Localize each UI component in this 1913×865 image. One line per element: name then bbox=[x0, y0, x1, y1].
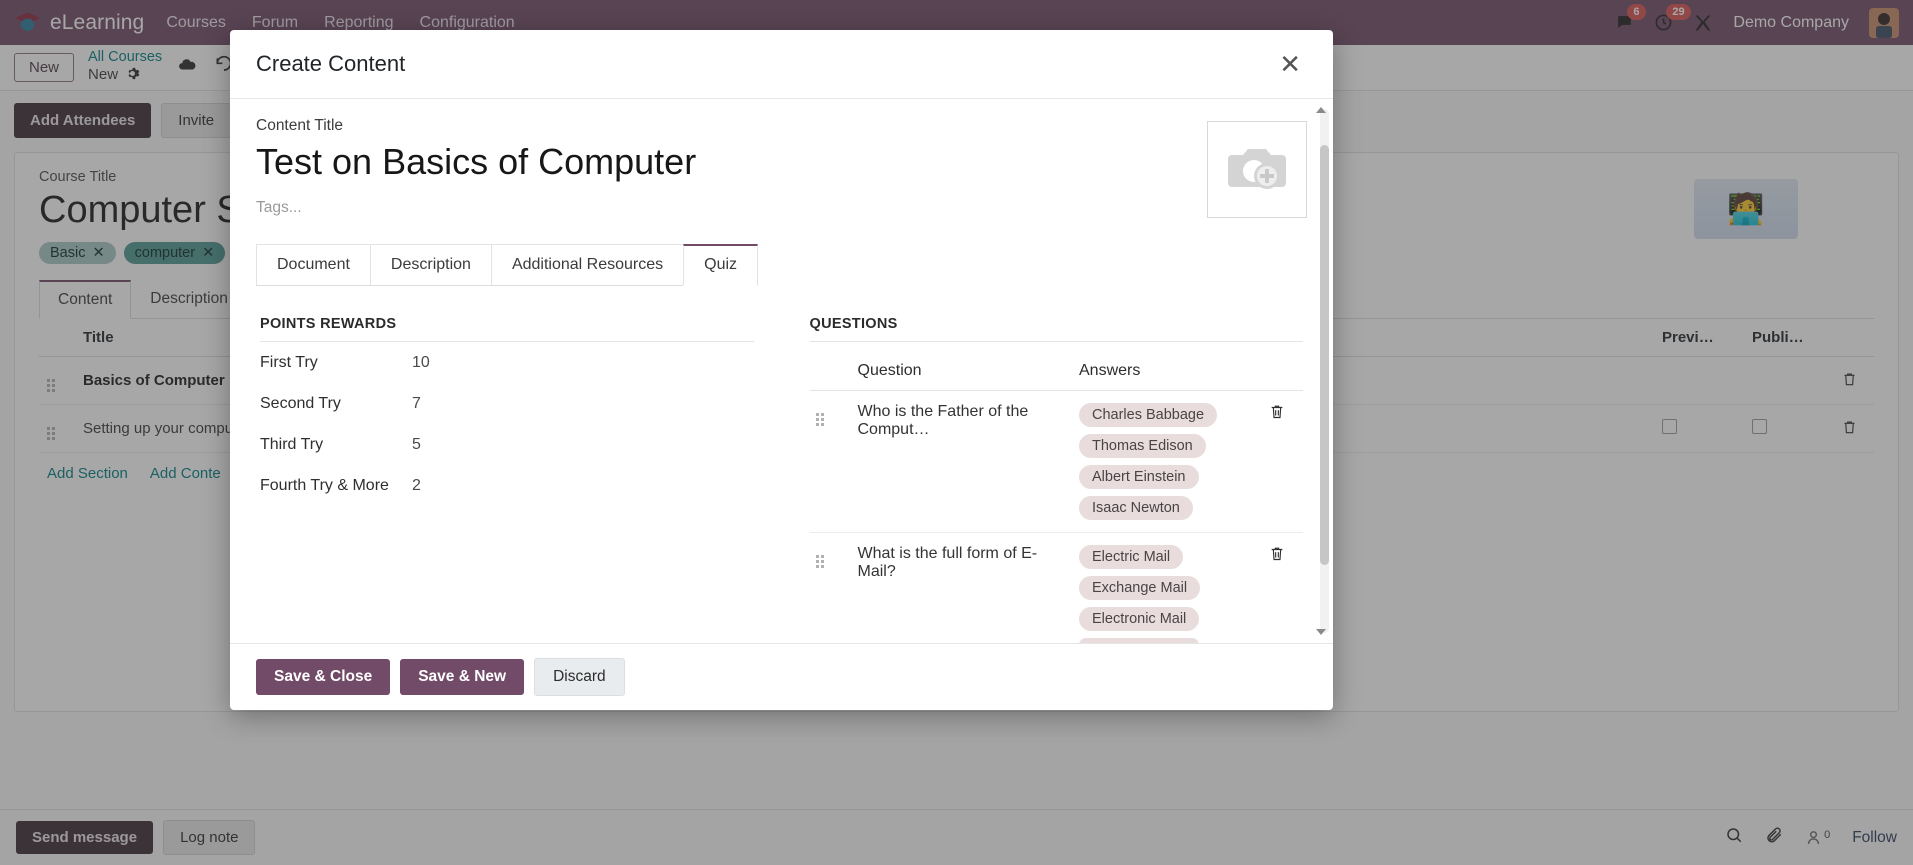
points-row-fourth-try: Fourth Try & More 2 bbox=[260, 465, 754, 506]
discard-button[interactable]: Discard bbox=[534, 658, 625, 696]
questions-table: Question Answers Who is the Father of th… bbox=[809, 342, 1303, 643]
content-tabs: Document Description Additional Resource… bbox=[256, 244, 1307, 286]
question-text: Who is the Father of the Comput… bbox=[851, 390, 1073, 533]
scroll-up-arrow-icon[interactable] bbox=[1316, 107, 1326, 113]
questions-title: QUESTIONS bbox=[809, 316, 1303, 342]
answer-tag-partial bbox=[1079, 638, 1199, 643]
answers-cell: Electric Mail Exchange Mail Electronic M… bbox=[1073, 532, 1263, 643]
questions-header-row: Question Answers bbox=[809, 342, 1303, 391]
points-row-first-try: First Try 10 bbox=[260, 342, 754, 383]
drag-handle[interactable] bbox=[809, 390, 852, 533]
points-rewards-pane: POINTS REWARDS First Try 10 Second Try 7… bbox=[260, 316, 754, 643]
dialog-footer: Save & Close Save & New Discard bbox=[230, 643, 1333, 710]
create-content-dialog: Create Content ✕ Content Title Test on B… bbox=[230, 30, 1333, 710]
answer-list: Electric Mail Exchange Mail Electronic M… bbox=[1079, 545, 1257, 643]
scrollbar-thumb[interactable] bbox=[1320, 145, 1329, 565]
tab-quiz[interactable]: Quiz bbox=[683, 244, 759, 286]
content-title-input[interactable]: Test on Basics of Computer bbox=[256, 141, 1207, 183]
content-image-upload[interactable] bbox=[1207, 121, 1307, 218]
points-label: Third Try bbox=[260, 436, 324, 453]
points-value[interactable]: 10 bbox=[412, 354, 430, 372]
points-label: Second Try bbox=[260, 395, 341, 412]
points-value[interactable]: 2 bbox=[412, 477, 421, 495]
answer-list: Charles Babbage Thomas Edison Albert Ein… bbox=[1079, 403, 1257, 520]
points-label: First Try bbox=[260, 354, 318, 371]
answers-cell: Charles Babbage Thomas Edison Albert Ein… bbox=[1073, 390, 1263, 533]
points-row-second-try: Second Try 7 bbox=[260, 383, 754, 424]
question-delete-icon[interactable] bbox=[1263, 532, 1303, 643]
points-rewards-title: POINTS REWARDS bbox=[260, 316, 754, 342]
app-root: eLearning Courses Forum Reporting Config… bbox=[0, 0, 1913, 865]
content-title-label: Content Title bbox=[256, 117, 344, 134]
question-delete-icon[interactable] bbox=[1263, 390, 1303, 533]
close-icon[interactable]: ✕ bbox=[1273, 50, 1307, 78]
quiz-panes: POINTS REWARDS First Try 10 Second Try 7… bbox=[256, 286, 1307, 643]
answer-tag: Isaac Newton bbox=[1079, 496, 1193, 520]
add-image-icon bbox=[1226, 141, 1288, 198]
points-label: Fourth Try & More bbox=[260, 477, 389, 494]
content-header-left: Content Title Test on Basics of Computer… bbox=[256, 117, 1207, 218]
points-value[interactable]: 5 bbox=[412, 436, 421, 454]
points-value[interactable]: 7 bbox=[412, 395, 421, 413]
answer-tag: Electronic Mail bbox=[1079, 607, 1200, 631]
col-answers: Answers bbox=[1073, 342, 1263, 391]
answer-tag: Albert Einstein bbox=[1079, 465, 1199, 489]
dialog-scroll-area: Content Title Test on Basics of Computer… bbox=[230, 99, 1333, 643]
tab-additional-resources[interactable]: Additional Resources bbox=[490, 244, 685, 286]
save-close-button[interactable]: Save & Close bbox=[256, 659, 391, 695]
answer-tag: Exchange Mail bbox=[1079, 576, 1201, 600]
question-text: What is the full form of E-Mail? bbox=[851, 532, 1073, 643]
dialog-header: Create Content ✕ bbox=[230, 30, 1333, 99]
scroll-down-arrow-icon[interactable] bbox=[1316, 629, 1326, 635]
drag-handle[interactable] bbox=[809, 532, 852, 643]
col-question: Question bbox=[851, 342, 1073, 391]
points-row-third-try: Third Try 5 bbox=[260, 424, 754, 465]
question-row[interactable]: What is the full form of E-Mail? Electri… bbox=[809, 532, 1303, 643]
answer-tag: Thomas Edison bbox=[1079, 434, 1206, 458]
questions-pane: QUESTIONS Question Answers Who is the Fa… bbox=[809, 316, 1303, 643]
question-row[interactable]: Who is the Father of the Comput… Charles… bbox=[809, 390, 1303, 533]
save-new-button[interactable]: Save & New bbox=[400, 659, 525, 695]
answer-tag: Electric Mail bbox=[1079, 545, 1184, 569]
answer-tag: Charles Babbage bbox=[1079, 403, 1218, 427]
content-header: Content Title Test on Basics of Computer… bbox=[256, 117, 1307, 218]
tab-document[interactable]: Document bbox=[256, 244, 371, 286]
dialog-body: Content Title Test on Basics of Computer… bbox=[230, 99, 1333, 643]
dialog-title: Create Content bbox=[256, 51, 406, 76]
dialog-scrollbar[interactable] bbox=[1316, 107, 1329, 635]
tags-input[interactable]: Tags... bbox=[256, 199, 1207, 217]
tab-description[interactable]: Description bbox=[369, 244, 492, 286]
